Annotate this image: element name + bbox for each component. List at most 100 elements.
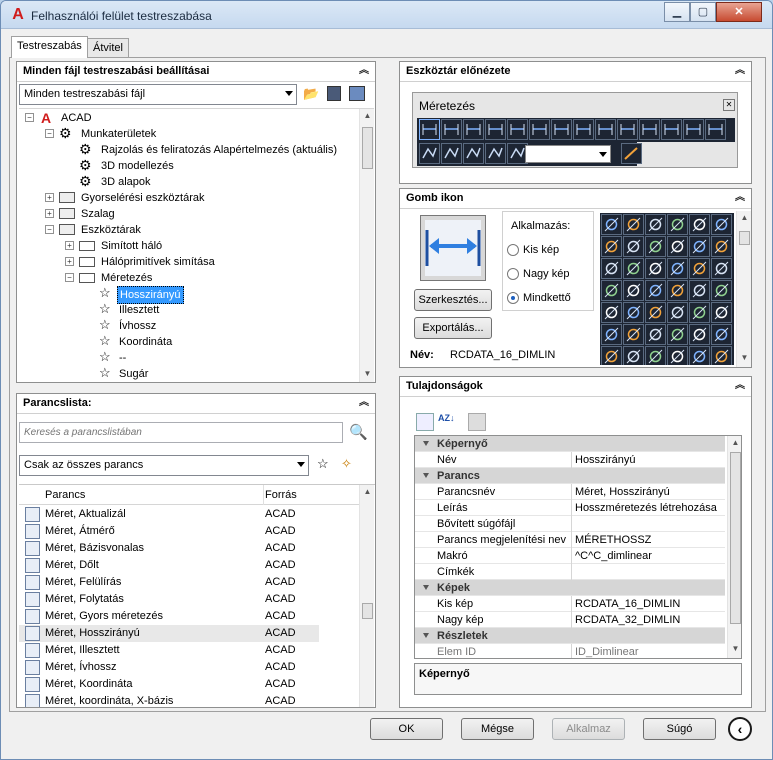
tree-item-quick-access-toolbars[interactable]: + Gyorselérési eszköztárak [23,190,303,206]
expand-toggle-icon[interactable]: + [65,241,74,250]
property-row[interactable]: Nagy kép RCDATA_32_DIMLIN [415,612,725,628]
alphabetical-icon[interactable]: AZ↓ [438,413,456,431]
collapse-toggle-icon[interactable]: − [45,225,54,234]
scroll-up-icon[interactable]: ▲ [737,211,752,225]
radio-large[interactable] [507,268,519,280]
property-scrollbar[interactable]: ▲ ▼ [727,436,741,658]
toolbar-button-icon[interactable] [683,119,704,140]
image-tile-icon[interactable] [623,258,644,279]
tree-item-acad[interactable]: − A ACAD [23,110,303,126]
scroll-up-icon[interactable]: ▲ [360,485,375,499]
image-tile-icon[interactable] [711,236,732,257]
search-icon[interactable]: 🔍 [349,423,368,441]
minimize-button[interactable]: ▁ [664,2,690,22]
image-tile-icon[interactable] [711,346,732,365]
image-tile-icon[interactable] [711,302,732,323]
save-icon[interactable] [327,86,341,101]
image-tile-icon[interactable] [601,280,622,301]
table-row[interactable]: Méret, Illesztett ACAD [19,642,319,659]
tree-item-arc-length[interactable]: ☆ Ívhossz [23,318,303,334]
table-row[interactable]: Méret, Dőlt ACAD [19,557,319,574]
image-tile-icon[interactable] [601,346,622,365]
toolbar-button-icon[interactable] [617,119,638,140]
toolbar-combo[interactable] [525,145,611,163]
toolbar-button-icon[interactable] [485,119,506,140]
dimension-style-icon[interactable] [621,143,642,164]
image-tile-icon[interactable] [689,324,710,345]
table-row[interactable]: Méret, Aktualizál ACAD [19,506,319,523]
collapse-dialog-icon[interactable]: ‹ [728,717,752,741]
radio-small-label[interactable]: Kis kép [523,244,559,256]
collapse-icon[interactable]: ︽ [357,396,371,410]
collapse-toggle-icon[interactable]: − [25,113,34,122]
col-header-command[interactable]: Parancs [45,489,85,501]
property-row[interactable]: Címkék [415,564,725,580]
scroll-thumb[interactable] [362,127,373,169]
maximize-button[interactable]: ▢ [690,2,716,22]
expand-toggle-icon[interactable]: + [45,193,54,202]
image-tile-icon[interactable] [667,346,688,365]
open-folder-icon[interactable]: 📂 [303,86,319,102]
help-button[interactable]: Súgó [643,718,716,740]
image-tile-icon[interactable] [667,214,688,235]
collapse-triangle-icon[interactable] [423,441,429,446]
image-tile-icon[interactable] [689,258,710,279]
radio-both[interactable] [507,292,519,304]
collapse-icon[interactable]: ︽ [357,64,371,78]
expand-toggle-icon[interactable]: + [45,209,54,218]
image-tile-icon[interactable] [623,236,644,257]
radio-large-label[interactable]: Nagy kép [523,268,569,280]
image-tile-icon[interactable] [601,324,622,345]
toolbar-button-icon[interactable] [639,119,660,140]
collapse-triangle-icon[interactable] [423,473,429,478]
image-tile-icon[interactable] [645,324,666,345]
toolbar-button-icon[interactable] [419,143,440,164]
image-tile-icon[interactable] [623,346,644,365]
property-row[interactable]: Leírás Hosszméretezés létrehozása [415,500,725,516]
expand-toggle-icon[interactable]: + [65,257,74,266]
image-tile-icon[interactable] [689,280,710,301]
image-grid-scrollbar[interactable]: ▲ ▼ [736,211,751,367]
export-image-button[interactable]: Exportálás... [414,317,492,339]
toolbar-button-icon[interactable] [507,119,528,140]
tree-item-workspace-3d-basics[interactable]: ⚙ 3D alapok [23,174,303,190]
scroll-thumb[interactable] [730,452,741,624]
apply-button[interactable]: Alkalmaz [552,718,625,740]
image-tile-icon[interactable] [645,302,666,323]
toolbar-button-icon[interactable] [441,143,462,164]
tree-item-toolbars[interactable]: − Eszköztárak [23,222,303,238]
tree-item-workspaces[interactable]: − ⚙ Munkaterületek [23,126,303,142]
title-bar[interactable]: A Felhasználói felület testreszabása ▁ ▢… [1,1,772,29]
image-tile-icon[interactable] [623,214,644,235]
col-header-source[interactable]: Forrás [265,489,297,501]
tree-item-smooth-mesh[interactable]: + Simított háló [23,238,303,254]
image-tile-icon[interactable] [667,236,688,257]
toolbar-button-icon[interactable] [441,119,462,140]
command-scrollbar[interactable]: ▲ [359,485,374,707]
close-icon[interactable]: ✕ [723,99,735,111]
radio-small[interactable] [507,244,519,256]
toolbar-button-icon[interactable] [661,119,682,140]
toolbar-button-icon[interactable] [463,119,484,140]
scroll-thumb[interactable] [362,603,373,619]
image-tile-icon[interactable] [689,302,710,323]
scroll-down-icon[interactable]: ▼ [360,367,375,381]
image-tile-icon[interactable] [689,346,710,365]
table-row[interactable]: Méret, Gyors méretezés ACAD [19,608,319,625]
image-tile-icon[interactable] [601,258,622,279]
property-row[interactable]: Parancs megjelenítési nev MÉRETHOSSZ [415,532,725,548]
property-row[interactable]: Kis kép RCDATA_16_DIMLIN [415,596,725,612]
radio-both-label[interactable]: Mindkettő [523,292,571,304]
collapse-icon[interactable]: ︽ [733,64,747,78]
property-row[interactable]: Bővített súgófájl [415,516,725,532]
table-row[interactable]: Méret, Átmérő ACAD [19,523,319,540]
tab-customize[interactable]: Testreszabás [11,36,88,58]
toolbar-button-icon[interactable] [573,119,594,140]
image-tile-icon[interactable] [623,302,644,323]
image-tile-icon[interactable] [711,214,732,235]
scroll-up-icon[interactable]: ▲ [728,436,741,450]
image-tile-icon[interactable] [645,236,666,257]
image-tile-icon[interactable] [645,280,666,301]
scroll-down-icon[interactable]: ▼ [737,351,752,365]
tree-item-workspace-3d-modeling[interactable]: ⚙ 3D modellezés [23,158,303,174]
